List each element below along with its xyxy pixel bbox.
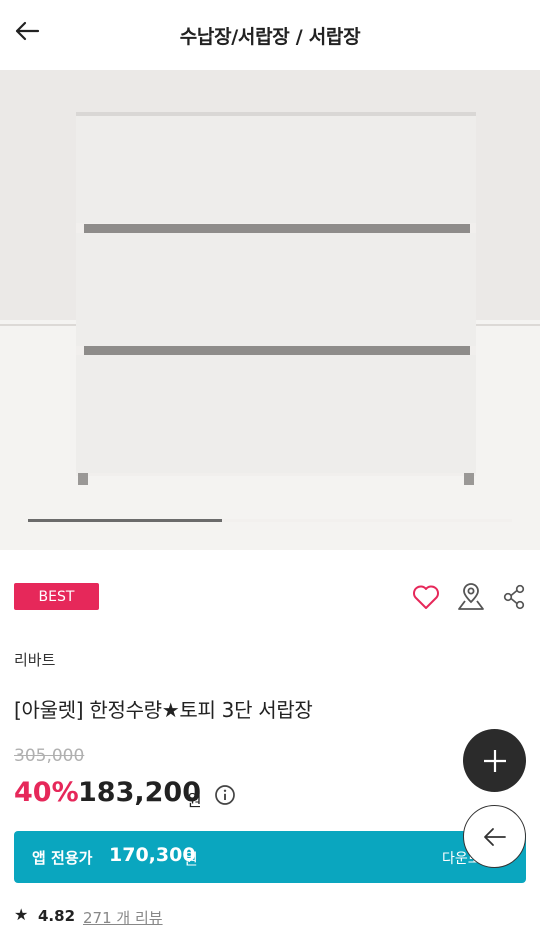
product-title: [아울렛] 한정수량★토피 3단 서랍장	[14, 698, 313, 722]
top-header: 수납장/서랍장 / 서랍장	[0, 0, 540, 70]
best-badge: BEST	[14, 583, 99, 610]
info-icon	[215, 785, 235, 805]
price-info-button[interactable]	[214, 784, 236, 806]
app-price-value: 170,300	[109, 844, 196, 866]
original-price: 305,000	[14, 746, 85, 766]
share-button[interactable]	[497, 580, 531, 614]
heart-icon	[413, 585, 439, 609]
store-location-button[interactable]	[454, 580, 488, 614]
review-count-link[interactable]: 271 개 리뷰	[83, 907, 163, 928]
arrow-left-icon	[483, 827, 506, 846]
location-pin-icon	[458, 583, 484, 610]
category-breadcrumb: 수납장/서랍장 / 서랍장	[179, 26, 361, 48]
share-icon	[503, 584, 525, 610]
brand-name[interactable]: 리바트	[14, 649, 55, 670]
carousel-progress	[28, 519, 512, 522]
app-exclusive-price-banner[interactable]: 앱 전용가 170,300 원 다운로	[14, 831, 526, 883]
star-icon: ★	[14, 905, 29, 924]
floating-back-button[interactable]	[463, 805, 526, 868]
plus-icon	[483, 749, 506, 772]
sale-price: 183,200	[78, 777, 201, 808]
app-price-currency: 원	[184, 850, 198, 868]
app-price-label: 앱 전용가	[32, 849, 93, 867]
wishlist-button[interactable]	[409, 580, 443, 614]
rating-score: 4.82	[38, 907, 76, 925]
product-image	[0, 70, 540, 550]
floating-plus-button[interactable]	[463, 729, 526, 792]
product-image-carousel[interactable]	[0, 70, 540, 550]
price-currency: 원	[187, 791, 202, 810]
discount-rate: 40%	[14, 777, 79, 808]
carousel-progress-fill	[28, 519, 222, 522]
